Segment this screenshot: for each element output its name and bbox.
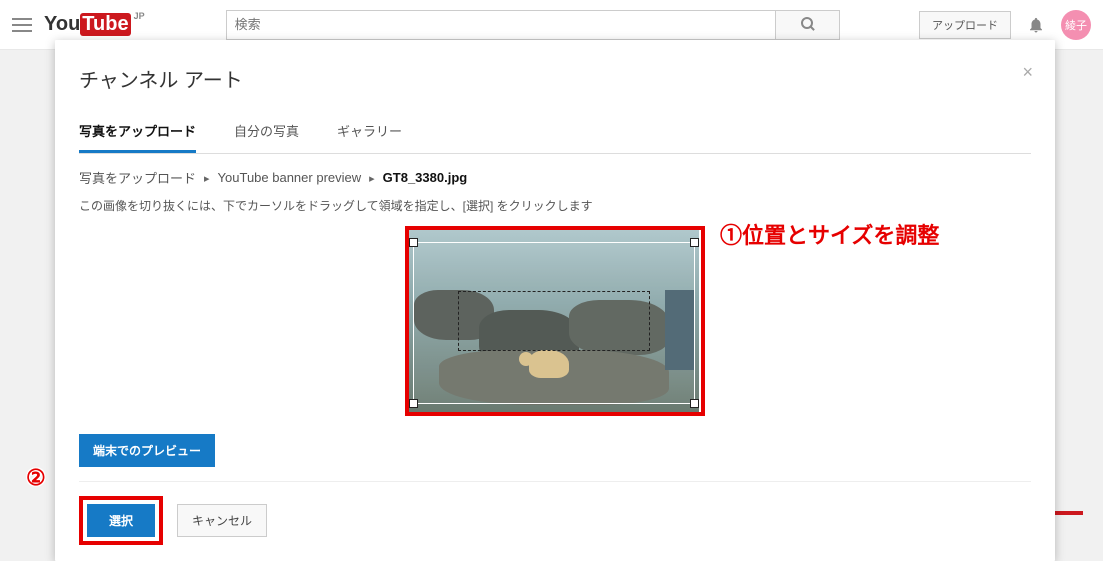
crop-safe-zone xyxy=(458,291,650,351)
cancel-button[interactable]: キャンセル xyxy=(177,504,267,537)
crop-handle-top-right[interactable] xyxy=(690,238,699,247)
tab-upload-photo[interactable]: 写真をアップロード xyxy=(79,111,196,153)
device-preview-button[interactable]: 端末でのプレビュー xyxy=(79,434,215,467)
breadcrumb-level2[interactable]: YouTube banner preview xyxy=(218,170,362,185)
crop-area xyxy=(405,226,705,416)
annotation-highlight-box-2: 選択 xyxy=(79,496,163,545)
modal-footer: 選択 キャンセル xyxy=(79,481,1031,545)
upload-button[interactable]: アップロード xyxy=(919,11,1011,39)
search-icon xyxy=(801,17,813,29)
annotation-step2: ② xyxy=(26,465,46,491)
logo-text-you: You xyxy=(44,13,80,36)
tab-gallery[interactable]: ギャラリー xyxy=(337,111,402,153)
breadcrumb-level1[interactable]: 写真をアップロード xyxy=(79,168,196,187)
crop-handle-top-left[interactable] xyxy=(409,238,418,247)
bell-icon[interactable] xyxy=(1027,15,1045,35)
breadcrumb-current: GT8_3380.jpg xyxy=(383,170,468,185)
image-preview[interactable] xyxy=(409,230,699,412)
breadcrumb: 写真をアップロード YouTube banner preview GT8_338… xyxy=(79,168,1031,187)
select-button[interactable]: 選択 xyxy=(87,504,155,537)
close-icon[interactable]: × xyxy=(1022,62,1033,83)
crop-hint: この画像を切り抜くには、下でカーソルをドラッグして領域を指定し、[選択] をクリ… xyxy=(79,197,1031,214)
tab-my-photos[interactable]: 自分の写真 xyxy=(234,111,299,153)
crop-handle-bottom-right[interactable] xyxy=(690,399,699,408)
youtube-logo[interactable]: You Tube JP xyxy=(44,13,131,36)
search-input[interactable] xyxy=(226,10,776,40)
topbar-right: アップロード 綾子 xyxy=(919,10,1091,40)
logo-region: JP xyxy=(134,11,145,21)
search-box xyxy=(226,10,840,40)
crop-handle-bottom-left[interactable] xyxy=(409,399,418,408)
logo-text-tube: Tube xyxy=(80,13,130,36)
annotation-step1: ①位置とサイズを調整 xyxy=(720,218,939,250)
annotation-highlight-box xyxy=(405,226,705,416)
modal-title: チャンネル アート xyxy=(79,64,1031,93)
chevron-right-icon xyxy=(204,170,210,185)
menu-icon[interactable] xyxy=(12,18,32,32)
avatar[interactable]: 綾子 xyxy=(1061,10,1091,40)
crop-selection[interactable] xyxy=(413,242,695,404)
chevron-right-icon xyxy=(369,170,375,185)
channel-art-modal: チャンネル アート × 写真をアップロード 自分の写真 ギャラリー 写真をアップ… xyxy=(55,40,1055,561)
search-button[interactable] xyxy=(776,10,840,40)
tabs: 写真をアップロード 自分の写真 ギャラリー xyxy=(79,111,1031,154)
